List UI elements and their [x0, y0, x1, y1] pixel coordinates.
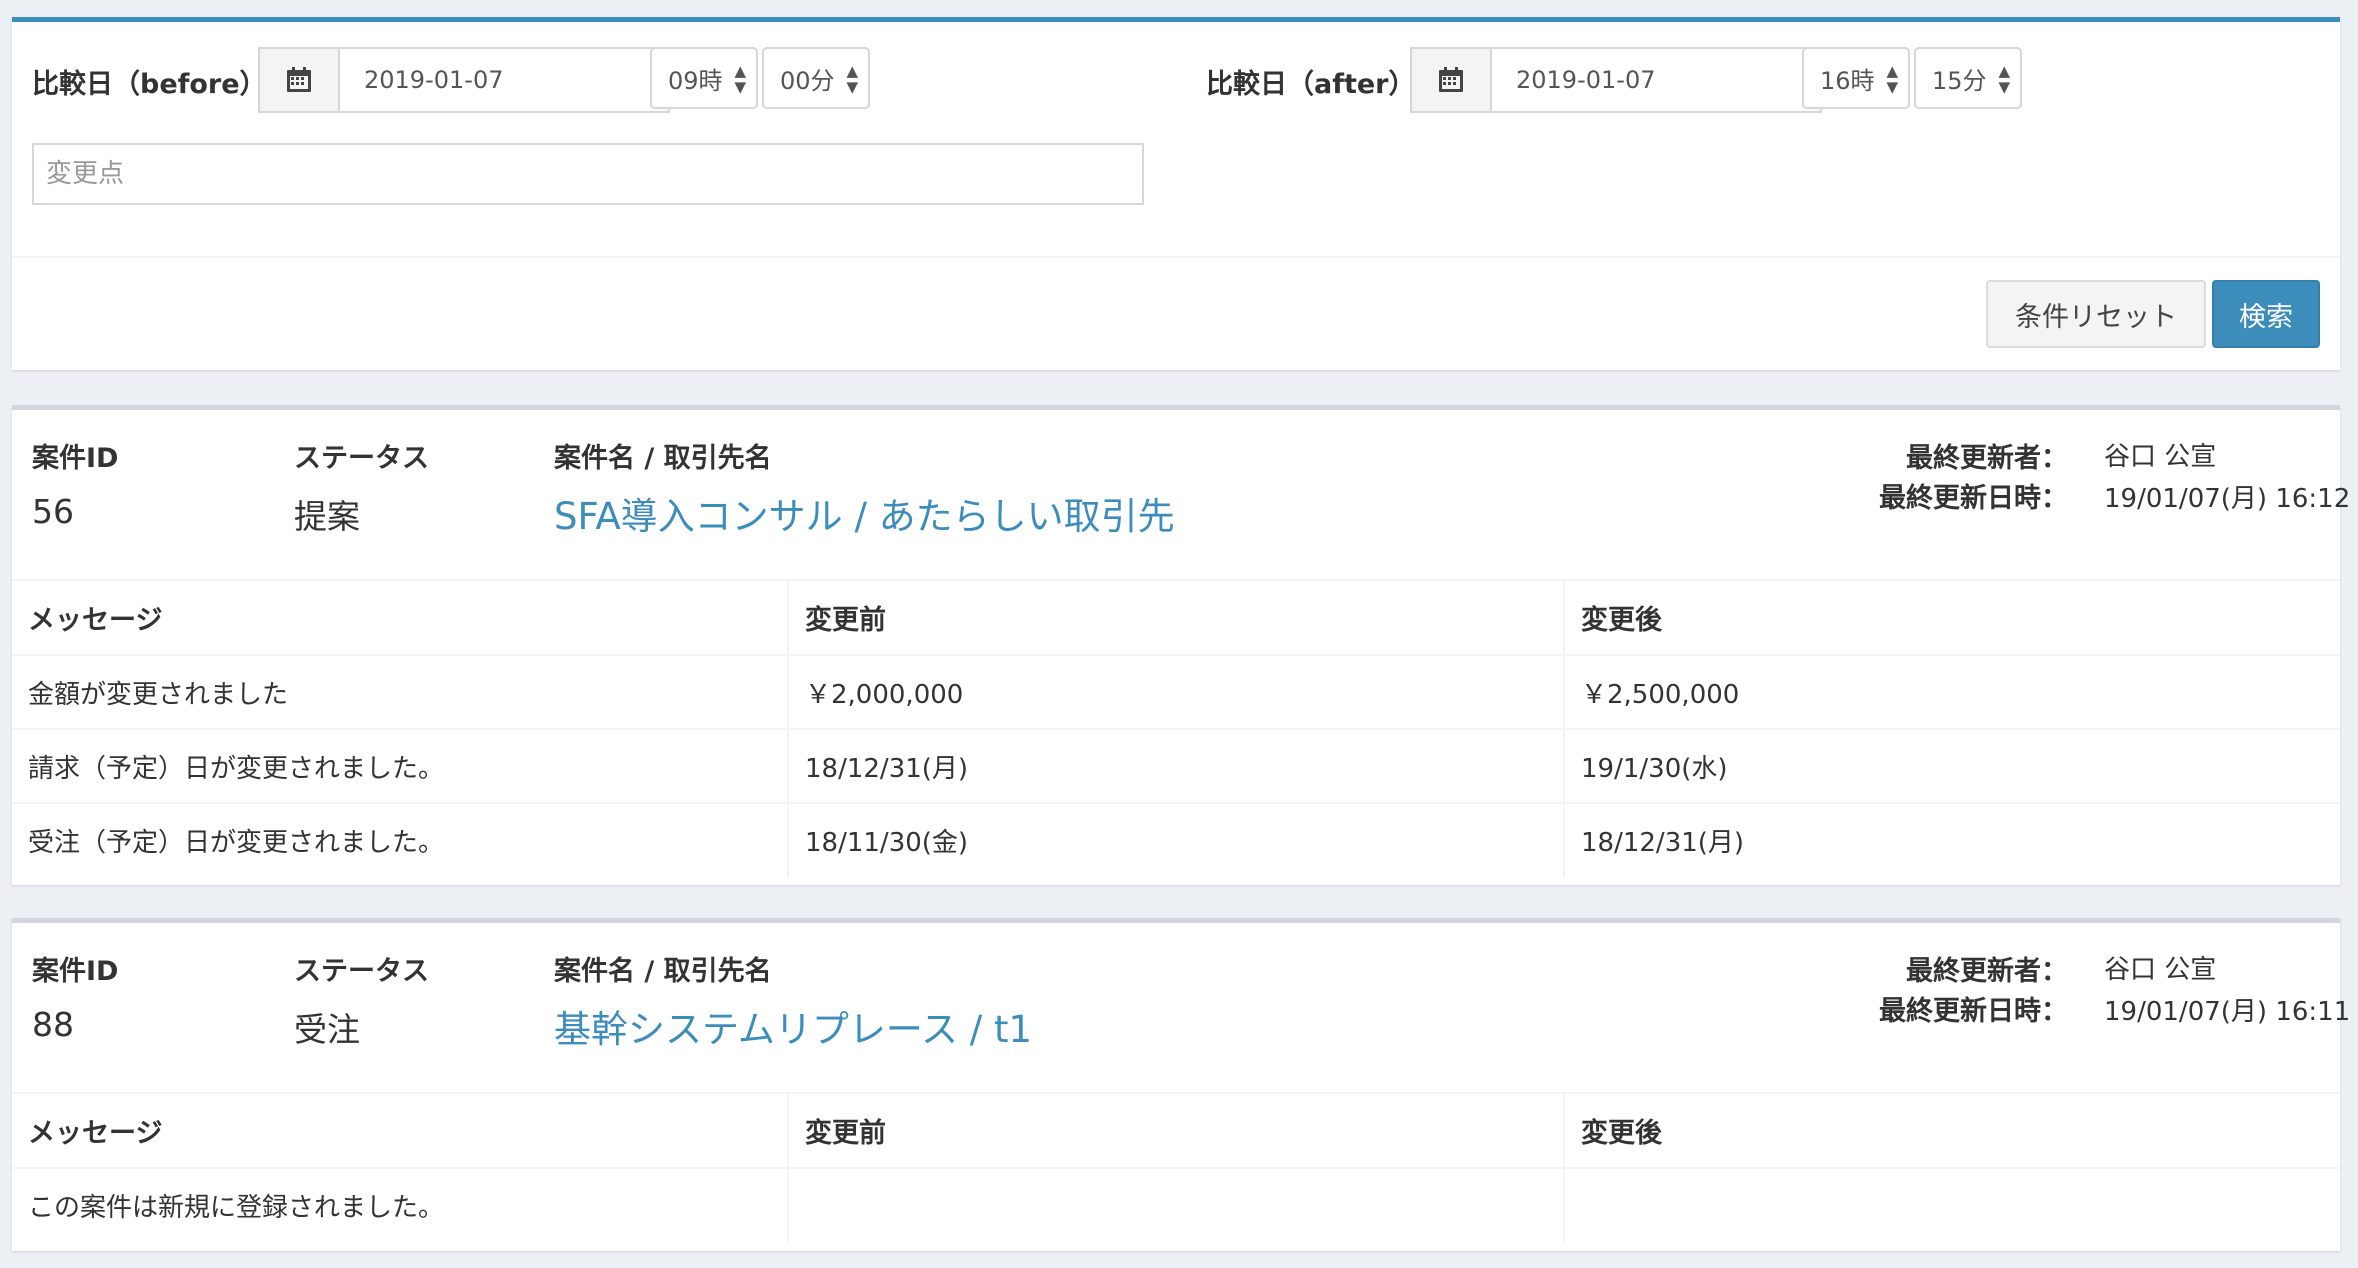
change-table: メッセージ 変更前 変更後 金額が変更されました ￥2,000,000 ￥2,5… [12, 579, 2340, 877]
message-cell: 請求（予定）日が変更されました。 [12, 728, 788, 803]
after-cell: 18/12/31(月) [1563, 802, 2340, 877]
before-cell: 18/11/30(金) [787, 802, 1564, 877]
before-cell [787, 1167, 1564, 1242]
change-point-input[interactable] [32, 143, 1144, 205]
col-before: 変更前 [787, 579, 1564, 656]
updown-arrow-icon: ▲ ▼ [1998, 62, 2010, 96]
reset-button[interactable]: 条件リセット [1986, 280, 2206, 348]
col-message: メッセージ [12, 579, 788, 656]
after-minute-select[interactable]: 15分 ▲ ▼ [1914, 47, 2022, 109]
case-name-link[interactable]: SFA導入コンサル / あたらしい取引先 [554, 486, 1175, 540]
after-hour-value: 16時 [1820, 66, 1875, 95]
updown-arrow-icon: ▲ ▼ [1886, 62, 1898, 96]
col-before: 変更前 [787, 1092, 1564, 1169]
message-cell: 受注（予定）日が変更されました。 [12, 802, 788, 877]
table-row: 金額が変更されました ￥2,000,000 ￥2,500,000 [12, 654, 2340, 729]
after-minute-value: 15分 [1932, 66, 1987, 95]
status-label: ステータス [294, 956, 429, 987]
status-value: 受注 [294, 1010, 360, 1049]
before-hour-select[interactable]: 09時 ▲ ▼ [650, 47, 758, 109]
message-cell: 金額が変更されました [12, 654, 788, 729]
col-message: メッセージ [12, 1092, 788, 1169]
after-date-input[interactable] [1492, 47, 1822, 113]
calendar-icon[interactable] [1410, 47, 1492, 113]
last-updated-value: 19/01/07(月) 16:12 [2104, 484, 2351, 514]
after-cell [1563, 1167, 2340, 1242]
search-panel: 比較日（before） 09時 ▲▼ 00分 ▲▼ 比較日（after） 16時… [12, 17, 2340, 370]
after-date-group [1410, 47, 1822, 113]
last-updater-label: 最終更新者： [1906, 443, 2068, 474]
case-name-label: 案件名 / 取引先名 [554, 956, 772, 987]
last-updated-value: 19/01/07(月) 16:11 [2104, 997, 2351, 1027]
after-hour-select[interactable]: 16時 ▲ ▼ [1802, 47, 1910, 109]
col-after: 変更後 [1563, 579, 2340, 656]
before-date-group [258, 47, 670, 113]
before-minute-select[interactable]: 00分 ▲ ▼ [762, 47, 870, 109]
case-id-value: 56 [32, 492, 74, 531]
after-cell: 19/1/30(水) [1563, 728, 2340, 803]
table-row: この案件は新規に登録されました。 [12, 1167, 2340, 1242]
before-cell: ￥2,000,000 [787, 654, 1564, 729]
change-table: メッセージ 変更前 変更後 この案件は新規に登録されました。 [12, 1092, 2340, 1242]
divider [12, 256, 2340, 258]
case-id-value: 88 [32, 1005, 74, 1044]
case-card: 案件ID ステータス 案件名 / 取引先名 88 受注 基幹システムリプレース … [12, 918, 2350, 1251]
case-name-link[interactable]: 基幹システムリプレース / t1 [554, 999, 1032, 1053]
before-minute-value: 00分 [780, 66, 835, 95]
before-cell: 18/12/31(月) [787, 728, 1564, 803]
before-date-label: 比較日（before） [32, 69, 267, 100]
last-updated-label: 最終更新日時： [1879, 996, 2068, 1027]
table-row: 請求（予定）日が変更されました。 18/12/31(月) 19/1/30(水) [12, 728, 2340, 803]
before-hour-value: 09時 [668, 66, 723, 95]
case-card: 案件ID ステータス 案件名 / 取引先名 56 提案 SFA導入コンサル / … [12, 405, 2350, 885]
table-row: 受注（予定）日が変更されました。 18/11/30(金) 18/12/31(月) [12, 802, 2340, 877]
before-date-input[interactable] [340, 47, 670, 113]
updown-arrow-icon: ▲ ▼ [846, 62, 858, 96]
status-value: 提案 [294, 497, 360, 536]
last-updater-label: 最終更新者： [1906, 956, 2068, 987]
case-id-label: 案件ID [32, 956, 119, 987]
after-date-label: 比較日（after） [1206, 69, 1416, 100]
col-after: 変更後 [1563, 1092, 2340, 1169]
case-name-label: 案件名 / 取引先名 [554, 443, 772, 474]
search-button[interactable]: 検索 [2212, 280, 2320, 348]
after-cell: ￥2,500,000 [1563, 654, 2340, 729]
status-label: ステータス [294, 443, 429, 474]
updown-arrow-icon: ▲ ▼ [734, 62, 746, 96]
message-cell: この案件は新規に登録されました。 [12, 1167, 788, 1242]
last-updated-label: 最終更新日時： [1879, 483, 2068, 514]
calendar-icon[interactable] [258, 47, 340, 113]
last-updater-value: 谷口 公宣 [2104, 955, 2217, 985]
last-updater-value: 谷口 公宣 [2104, 442, 2217, 472]
case-id-label: 案件ID [32, 443, 119, 474]
